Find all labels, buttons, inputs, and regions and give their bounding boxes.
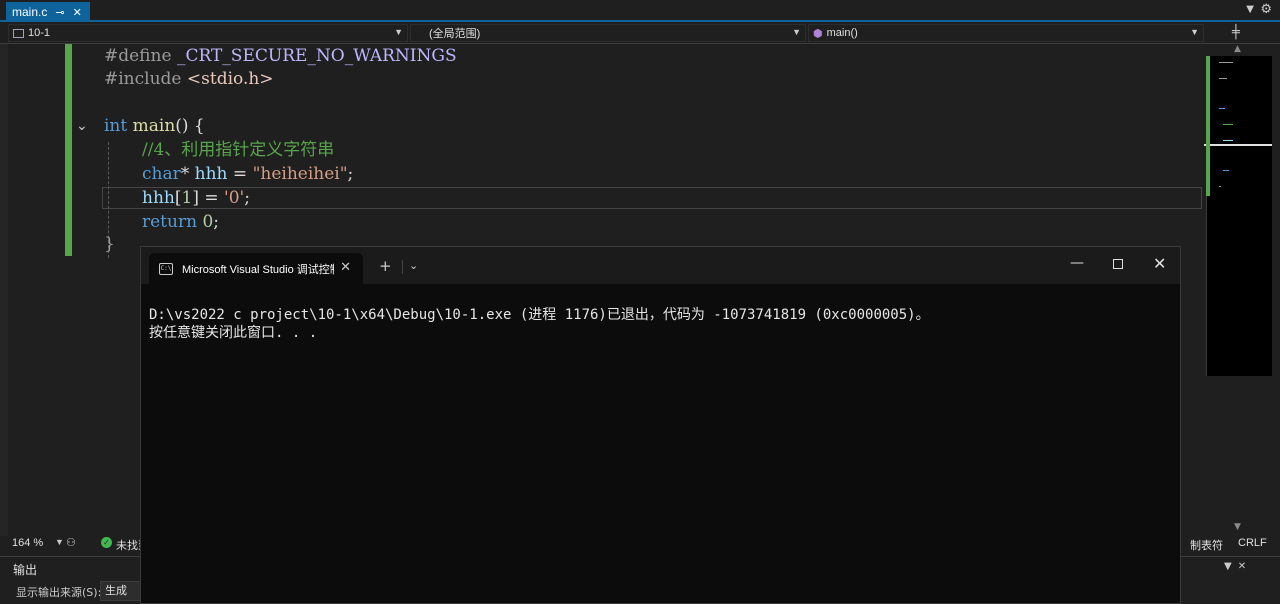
chevron-down-icon: ▼ [792,27,801,37]
current-line-highlight [102,187,1202,209]
plus-icon[interactable]: + [379,257,392,275]
token-brace: } [104,234,115,254]
split-window-icon[interactable]: ╪ [1232,25,1240,40]
output-source-label: 显示输出来源(S): [16,586,102,599]
maximize-icon[interactable] [1113,259,1123,269]
map-caret-position [1204,144,1272,146]
output-source-select[interactable]: 生成 [100,581,144,601]
fold-chevron-icon[interactable]: ⌄ [76,118,88,134]
token-keyword: return [142,212,198,232]
console-output-line: D:\vs2022 c project\10-1\x64\Debug\10-1.… [149,307,930,323]
token-preprocessor: #include [104,69,187,89]
token-punct: ; [213,212,220,232]
zoom-level[interactable]: 164 % [12,537,43,549]
code-line-7: hhh[1] = '0'; [142,186,250,210]
token-string: '0' [224,188,245,208]
project-name: 10-1 [28,27,51,39]
member-value: main() [826,27,858,39]
map-line [1223,140,1233,141]
code-line-5: //4、利用指针定义字符串 [142,138,334,162]
scrollbar-map[interactable] [1206,56,1272,376]
editor-margin [0,44,8,536]
token-punct: ; [347,164,354,184]
console-tab[interactable]: C:\ Microsoft Visual Studio 调试控制台 ✕ [149,253,363,284]
token-string: "heiheihei" [252,164,348,184]
token-number: 1 [181,188,193,208]
token-punct: ; [244,188,250,208]
vertical-scrollbar[interactable]: ▲ ▼ [1204,44,1280,536]
minimize-icon[interactable]: — [1070,255,1084,271]
scope-value: (全局范围) [429,28,481,40]
token-punct: ] = [192,188,225,208]
close-icon[interactable]: ✕ [340,260,351,275]
chevron-down-icon: ▼ [1190,27,1199,37]
map-change-bar [1206,56,1210,196]
token-macro: _CRT_SECURE_NO_WARNINGS [176,46,457,66]
tab-main-c[interactable]: main.c ⊸ ✕ [6,2,90,22]
navigation-bar: 10-1 ▼ (全局范围) ▼ ⬢ main() ▼ ╪ [0,22,1280,44]
token-number: 0 [202,212,214,232]
output-title: 输出 [13,563,38,577]
token-variable: hhh [142,188,175,208]
token-preprocessor: #define [104,46,177,66]
code-line-8: return 0; [142,210,219,234]
project-icon [13,28,24,38]
scroll-down-icon[interactable]: ▼ [1234,522,1241,532]
code-line-2: #include <stdio.h> [104,67,274,91]
console-tab-title: Microsoft Visual Studio 调试控制台 [182,263,334,276]
project-dropdown[interactable]: 10-1 ▼ [8,24,408,42]
map-line [1219,78,1227,79]
divider [402,260,403,274]
close-window-icon[interactable]: ✕ [1153,254,1166,273]
line-ending-indicator[interactable]: CRLF [1238,537,1267,549]
map-line [1219,108,1225,109]
chevron-down-icon: ▼ [394,27,403,37]
panel-controls[interactable]: ▼✕ [1224,561,1252,572]
issues-status[interactable]: 未找到 [116,537,140,553]
code-line-9: } [104,232,115,256]
scope-dropdown[interactable]: (全局范围) ▼ [410,24,806,42]
close-icon[interactable]: ✕ [73,6,82,19]
debug-console-window[interactable]: C:\ Microsoft Visual Studio 调试控制台 ✕ + ⌄ … [140,246,1181,604]
member-dropdown[interactable]: ⬢ main() ▼ [808,24,1204,42]
code-line-4: int main() { [104,114,205,138]
chevron-down-icon[interactable]: ⌄ [409,259,418,272]
check-icon: ✓ [101,537,112,548]
chevron-down-icon[interactable]: ▼ [55,537,64,547]
console-titlebar: C:\ Microsoft Visual Studio 调试控制台 ✕ + ⌄ … [141,247,1180,284]
map-line [1223,124,1233,125]
gear-icon[interactable]: ⚙ [1260,2,1272,17]
token-keyword: int [104,116,128,136]
tab-filename: main.c [12,5,48,19]
pin-icon[interactable]: ⊸ [55,6,64,19]
token-comment: //4、利用指针定义字符串 [142,140,335,160]
tab-overflow-icon[interactable]: ▼ [1246,4,1254,15]
document-tab-strip: main.c ⊸ ✕ ▼ ⚙ [0,0,1280,22]
token-punct: [ [174,188,182,208]
console-icon: C:\ [159,262,173,275]
code-line-6: char* hhh = "heiheihei"; [142,162,353,186]
token-keyword: char [142,164,181,184]
intellicode-icon[interactable]: ⚇ [66,536,76,549]
cube-icon: ⬢ [813,27,823,40]
scroll-up-icon[interactable]: ▲ [1234,44,1241,54]
token-punct: * [180,164,195,184]
token-variable: hhh [194,164,228,184]
token-punct: = [227,164,253,184]
map-line [1223,170,1229,171]
tab-size-indicator[interactable]: 制表符 [1190,537,1223,553]
change-tracking-bar [65,44,72,256]
token-include-file: <stdio.h> [186,69,274,89]
token-function: main [127,116,176,136]
map-line [1219,62,1233,63]
map-line [1219,186,1221,187]
code-line-1: #define _CRT_SECURE_NO_WARNINGS [104,44,457,68]
token-punct: () { [175,116,205,136]
console-output-line: 按任意键关闭此窗口. . . [149,325,318,341]
